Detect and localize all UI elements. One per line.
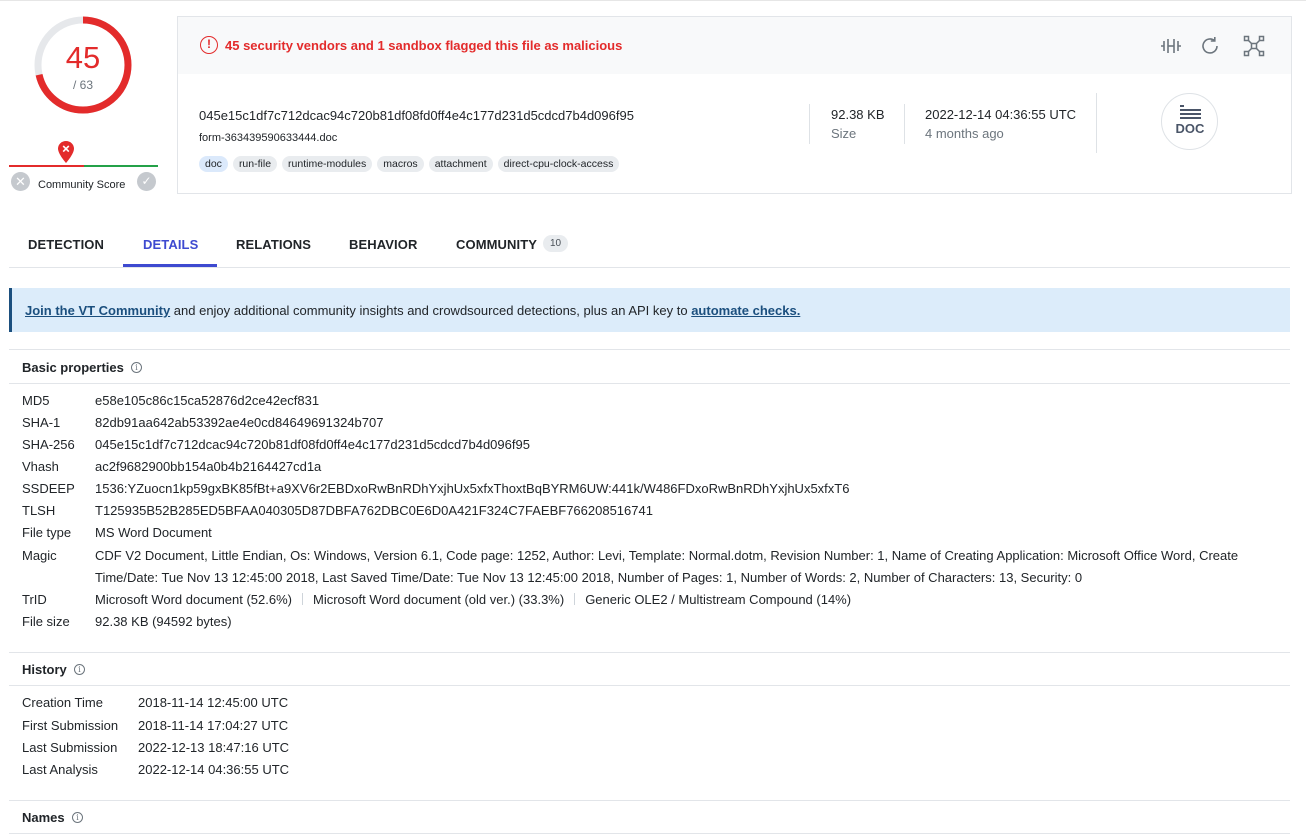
section-divider (9, 349, 1290, 350)
tab-detection[interactable]: DETECTION (28, 237, 104, 252)
tab-bar: DETECTION DETAILS RELATIONS BEHAVIOR COM… (9, 227, 1290, 268)
alert-icon: ! (200, 36, 218, 54)
section-divider (9, 685, 1290, 686)
doc-file-type-icon: DOC (1161, 93, 1218, 150)
trid-entry: Generic OLE2 / Multistream Compound (14%… (585, 592, 852, 607)
magic-label: Magic (22, 548, 57, 563)
community-banner: Join the VT Community and enjoy addition… (9, 288, 1290, 332)
section-divider (9, 652, 1290, 653)
history-title: History (22, 662, 67, 677)
file-size-row-label: File size (22, 614, 70, 629)
magic-value-line2: Time/Date: Tue Nov 13 12:45:00 2018, Las… (95, 570, 1083, 585)
vote-malicious-icon[interactable]: ✕ (11, 172, 30, 191)
graph-icon[interactable] (1243, 35, 1265, 57)
vote-harmless-icon[interactable]: ✓ (137, 172, 156, 191)
file-type-label: File type (22, 525, 72, 540)
section-divider (9, 383, 1290, 384)
tag-list: doc run-file runtime-modules macros atta… (199, 156, 620, 172)
svg-text:DOC: DOC (1176, 121, 1206, 136)
vhash-label: Vhash (22, 459, 59, 474)
magic-value: CDF V2 Document, Little Endian, Os: Wind… (95, 548, 1239, 563)
last-submission-label: Last Submission (22, 740, 118, 755)
community-bar-positive (84, 165, 158, 167)
last-analysis-value: 2022-12-14 04:36:55 UTC (138, 762, 290, 777)
trid-label: TrID (22, 592, 47, 607)
tag-macros[interactable]: macros (377, 156, 424, 172)
analysis-date-ago: 4 months ago (925, 126, 1004, 141)
tag-run-file[interactable]: run-file (232, 156, 278, 172)
file-size-value: 92.38 KB (831, 107, 885, 122)
divider (904, 104, 905, 144)
file-name: form-363439590633444.doc (199, 132, 338, 144)
tlsh-value: T125935B52B285ED5BFAA040305D87DBFA762DBC… (95, 503, 653, 518)
divider (1096, 93, 1097, 153)
file-summary-card: ! 45 security vendors and 1 sandbox flag… (177, 16, 1292, 194)
divider (809, 104, 810, 144)
tab-behavior[interactable]: BEHAVIOR (349, 237, 417, 252)
vhash-value: ac2f9682900bb154a0b4b2164427cd1a (95, 459, 322, 474)
info-icon[interactable]: i (72, 812, 83, 823)
tab-relations[interactable]: RELATIONS (236, 237, 311, 252)
trid-values: Microsoft Word document (52.6%) Microsoft… (95, 592, 851, 607)
first-submission-label: First Submission (22, 718, 119, 733)
alert-band: ! 45 security vendors and 1 sandbox flag… (178, 17, 1291, 74)
community-count-badge: 10 (543, 235, 569, 252)
last-analysis-label: Last Analysis (22, 762, 98, 777)
names-title: Names (22, 810, 65, 825)
creation-time-label: Creation Time (22, 695, 103, 710)
basic-properties-title: Basic properties (22, 360, 124, 375)
trid-entry: Microsoft Word document (old ver.) (33.3… (313, 592, 565, 607)
ssdeep-value: 1536:YZuocn1kp59gxBK85fBt+a9XV6r2EBDxoRw… (95, 481, 850, 496)
file-type-value: MS Word Document (95, 525, 212, 540)
tag-attachment[interactable]: attachment (428, 156, 493, 172)
tag-direct-cpu-clock-access[interactable]: direct-cpu-clock-access (497, 156, 620, 172)
section-divider (9, 800, 1290, 801)
creation-time-value: 2018-11-14 12:45:00 UTC (138, 695, 289, 710)
sha256-label: SHA-256 (22, 437, 75, 452)
trid-entry: Microsoft Word document (52.6%) (95, 592, 292, 607)
active-tab-indicator (123, 264, 217, 267)
top-divider (0, 0, 1306, 1)
analysis-date-value: 2022-12-14 04:36:55 UTC (925, 107, 1077, 122)
automate-checks-link[interactable]: automate checks. (691, 303, 800, 318)
malicious-alert-text: 45 security vendors and 1 sandbox flagge… (225, 38, 623, 53)
tab-community[interactable]: COMMUNITY (456, 237, 537, 252)
tab-details[interactable]: DETAILS (143, 237, 198, 252)
join-community-link[interactable]: Join the VT Community (25, 303, 170, 318)
sha1-label: SHA-1 (22, 415, 61, 430)
file-hash[interactable]: 045e15c1df7c712dcac94c720b81df08fd0ff4e4… (199, 108, 634, 123)
score-value: 45 (65, 40, 101, 75)
community-bar-negative (9, 165, 84, 167)
file-size-label: Size (831, 126, 857, 141)
info-icon[interactable]: i (74, 664, 85, 675)
trid-separator (302, 593, 303, 605)
sha256-value: 045e15c1df7c712dcac94c720b81df08fd0ff4e4… (95, 437, 530, 452)
banner-text: Join the VT Community and enjoy addition… (25, 303, 800, 318)
reanalyze-icon[interactable] (1199, 35, 1221, 57)
section-divider (9, 833, 1290, 834)
ssdeep-label: SSDEEP (22, 481, 75, 496)
community-score-marker-icon (58, 141, 74, 163)
md5-value: e58e105c86c15ca52876d2ce42ecf831 (95, 393, 320, 408)
info-icon[interactable]: i (131, 362, 142, 373)
community-score-label: Community Score (38, 179, 126, 191)
tag-doc[interactable]: doc (199, 156, 228, 172)
last-submission-value: 2022-12-13 18:47:16 UTC (138, 740, 290, 755)
score-total: / 63 (72, 78, 93, 92)
compare-icon[interactable] (1160, 35, 1182, 57)
detection-score-gauge: 45 / 63 (32, 14, 134, 116)
tlsh-label: TLSH (22, 503, 56, 518)
sha1-value: 82db91aa642ab53392ae4e0cd84649691324b707 (95, 415, 384, 430)
md5-label: MD5 (22, 393, 50, 408)
tag-runtime-modules[interactable]: runtime-modules (282, 156, 373, 172)
banner-middle-text: and enjoy additional community insights … (170, 303, 692, 318)
file-size-row-value: 92.38 KB (94592 bytes) (95, 614, 232, 629)
trid-separator (574, 593, 576, 605)
first-submission-value: 2018-11-14 17:04:27 UTC (138, 718, 289, 733)
